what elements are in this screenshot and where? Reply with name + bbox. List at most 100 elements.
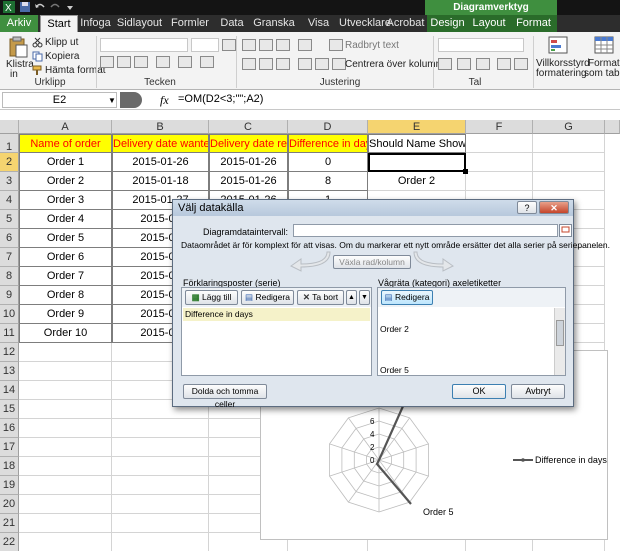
switch-row-column-button[interactable]: Växla rad/kolumn bbox=[333, 255, 411, 269]
cancel-button[interactable]: Avbryt bbox=[511, 384, 565, 399]
range-input[interactable] bbox=[293, 224, 558, 237]
row-header-16[interactable]: 16 bbox=[0, 419, 19, 438]
header-cell-d[interactable]: Difference in days bbox=[288, 134, 368, 153]
increase-indent-icon[interactable] bbox=[315, 58, 329, 70]
thousands-icon[interactable] bbox=[476, 58, 490, 70]
column-header-c[interactable]: C bbox=[209, 120, 288, 134]
tab-infoga[interactable]: Infoga bbox=[78, 15, 113, 32]
fx-icon[interactable]: fx bbox=[160, 93, 169, 108]
cell[interactable] bbox=[19, 495, 112, 514]
column-header-g[interactable]: G bbox=[533, 120, 605, 134]
axis-list-scrollbar[interactable] bbox=[554, 308, 565, 375]
row-header-13[interactable]: 13 bbox=[0, 362, 19, 381]
name-box[interactable]: E2 bbox=[2, 92, 117, 108]
data-cell[interactable] bbox=[368, 153, 466, 172]
row-header-1[interactable]: 1 bbox=[0, 134, 19, 153]
formula-input[interactable]: =OM(D2<3;"";A2) bbox=[178, 92, 263, 108]
cell[interactable] bbox=[533, 134, 605, 153]
cell[interactable] bbox=[19, 362, 112, 381]
data-cell[interactable]: Order 1 bbox=[19, 153, 112, 172]
merge-center-button[interactable]: Centrera över kolumner bbox=[345, 59, 450, 70]
ok-button[interactable]: OK bbox=[452, 384, 506, 399]
data-cell[interactable]: 2015-01-18 bbox=[112, 172, 209, 191]
edit-axis-labels-button[interactable]: ▤ Redigera bbox=[381, 290, 433, 305]
cell[interactable] bbox=[19, 343, 112, 362]
column-header-d[interactable]: D bbox=[288, 120, 368, 134]
header-cell-a[interactable]: Name of order bbox=[19, 134, 112, 153]
align-right-icon[interactable] bbox=[276, 58, 290, 70]
formula-bar-handle[interactable] bbox=[120, 92, 142, 108]
underline-icon[interactable] bbox=[134, 56, 148, 68]
cell[interactable] bbox=[533, 172, 605, 191]
select-all-corner[interactable] bbox=[0, 120, 19, 134]
help-button[interactable]: ? bbox=[517, 201, 537, 214]
radar-series-line[interactable] bbox=[375, 394, 412, 505]
orientation-icon[interactable] bbox=[298, 39, 312, 51]
align-center-icon[interactable] bbox=[259, 58, 273, 70]
font-color-icon[interactable] bbox=[200, 56, 214, 68]
merge-center-icon[interactable] bbox=[332, 58, 346, 70]
cell[interactable] bbox=[19, 400, 112, 419]
cell[interactable] bbox=[533, 153, 605, 172]
paste-icon[interactable] bbox=[7, 36, 29, 58]
cell[interactable] bbox=[112, 438, 209, 457]
tab-sidlayout[interactable]: Sidlayout bbox=[113, 15, 166, 32]
wrap-text-button[interactable]: Radbryt text bbox=[345, 40, 399, 51]
row-header-3[interactable]: 3 bbox=[0, 172, 19, 191]
name-box-dropdown-icon[interactable]: ▼ bbox=[108, 96, 116, 105]
cell[interactable] bbox=[112, 419, 209, 438]
series-list-item[interactable]: Difference in days bbox=[183, 308, 370, 321]
data-cell[interactable]: Order 7 bbox=[19, 267, 112, 286]
row-header-19[interactable]: 19 bbox=[0, 476, 19, 495]
tab-arkiv[interactable]: Arkiv bbox=[0, 15, 38, 32]
row-header-21[interactable]: 21 bbox=[0, 514, 19, 533]
data-cell[interactable]: Order 2 bbox=[19, 172, 112, 191]
column-header-f[interactable]: F bbox=[466, 120, 533, 134]
move-up-button[interactable]: ▲ bbox=[346, 290, 357, 305]
tab-granska[interactable]: Granska bbox=[250, 15, 298, 32]
data-cell[interactable]: Order 2 bbox=[368, 172, 466, 191]
format-as-table-icon[interactable] bbox=[594, 36, 614, 54]
row-header-14[interactable]: 14 bbox=[0, 381, 19, 400]
cell[interactable] bbox=[112, 495, 209, 514]
align-middle-icon[interactable] bbox=[259, 39, 273, 51]
row-header-7[interactable]: 7 bbox=[0, 248, 19, 267]
tab-visa[interactable]: Visa bbox=[298, 15, 339, 32]
row-header-10[interactable]: 10 bbox=[0, 305, 19, 324]
data-cell[interactable]: Order 8 bbox=[19, 286, 112, 305]
bold-icon[interactable] bbox=[100, 56, 114, 68]
edit-series-button[interactable]: ▤ Redigera bbox=[241, 290, 294, 305]
data-cell[interactable]: 2015-01-26 bbox=[209, 153, 288, 172]
align-left-icon[interactable] bbox=[242, 58, 256, 70]
data-cell[interactable]: Order 4 bbox=[19, 210, 112, 229]
tab-design[interactable]: Design bbox=[427, 15, 468, 32]
fill-color-icon[interactable] bbox=[178, 56, 192, 68]
collapse-dialog-icon[interactable] bbox=[559, 224, 572, 237]
hidden-empty-cells-button[interactable]: Dolda och tomma celler bbox=[183, 384, 267, 409]
tab-data[interactable]: Data bbox=[214, 15, 250, 32]
remove-series-button[interactable]: ✕ Ta bort bbox=[297, 290, 344, 305]
cell[interactable] bbox=[19, 381, 112, 400]
copy-button[interactable]: Kopiera bbox=[45, 51, 79, 62]
row-header-17[interactable]: 17 bbox=[0, 438, 19, 457]
cell[interactable] bbox=[466, 172, 533, 191]
data-cell[interactable]: 0 bbox=[288, 153, 368, 172]
font-size-select[interactable] bbox=[191, 38, 219, 52]
conditional-formatting-button-2[interactable]: formatering bbox=[536, 68, 587, 79]
align-top-icon[interactable] bbox=[242, 39, 256, 51]
row-header-5[interactable]: 5 bbox=[0, 210, 19, 229]
scrollbar-thumb[interactable] bbox=[556, 320, 564, 346]
axis-list-item[interactable]: Order 5 bbox=[380, 365, 409, 375]
borders-icon[interactable] bbox=[156, 56, 170, 68]
cell[interactable] bbox=[19, 533, 112, 551]
cell[interactable] bbox=[112, 514, 209, 533]
italic-icon[interactable] bbox=[117, 56, 131, 68]
column-header-a[interactable]: A bbox=[19, 120, 112, 134]
tab-format[interactable]: Format bbox=[510, 15, 557, 32]
conditional-formatting-icon[interactable] bbox=[548, 36, 568, 54]
data-cell[interactable]: Order 10 bbox=[19, 324, 112, 343]
cut-button[interactable]: Klipp ut bbox=[45, 37, 78, 48]
cell[interactable] bbox=[112, 533, 209, 551]
format-as-table-button-2[interactable]: som tabell bbox=[584, 68, 620, 79]
row-header-22[interactable]: 22 bbox=[0, 533, 19, 551]
